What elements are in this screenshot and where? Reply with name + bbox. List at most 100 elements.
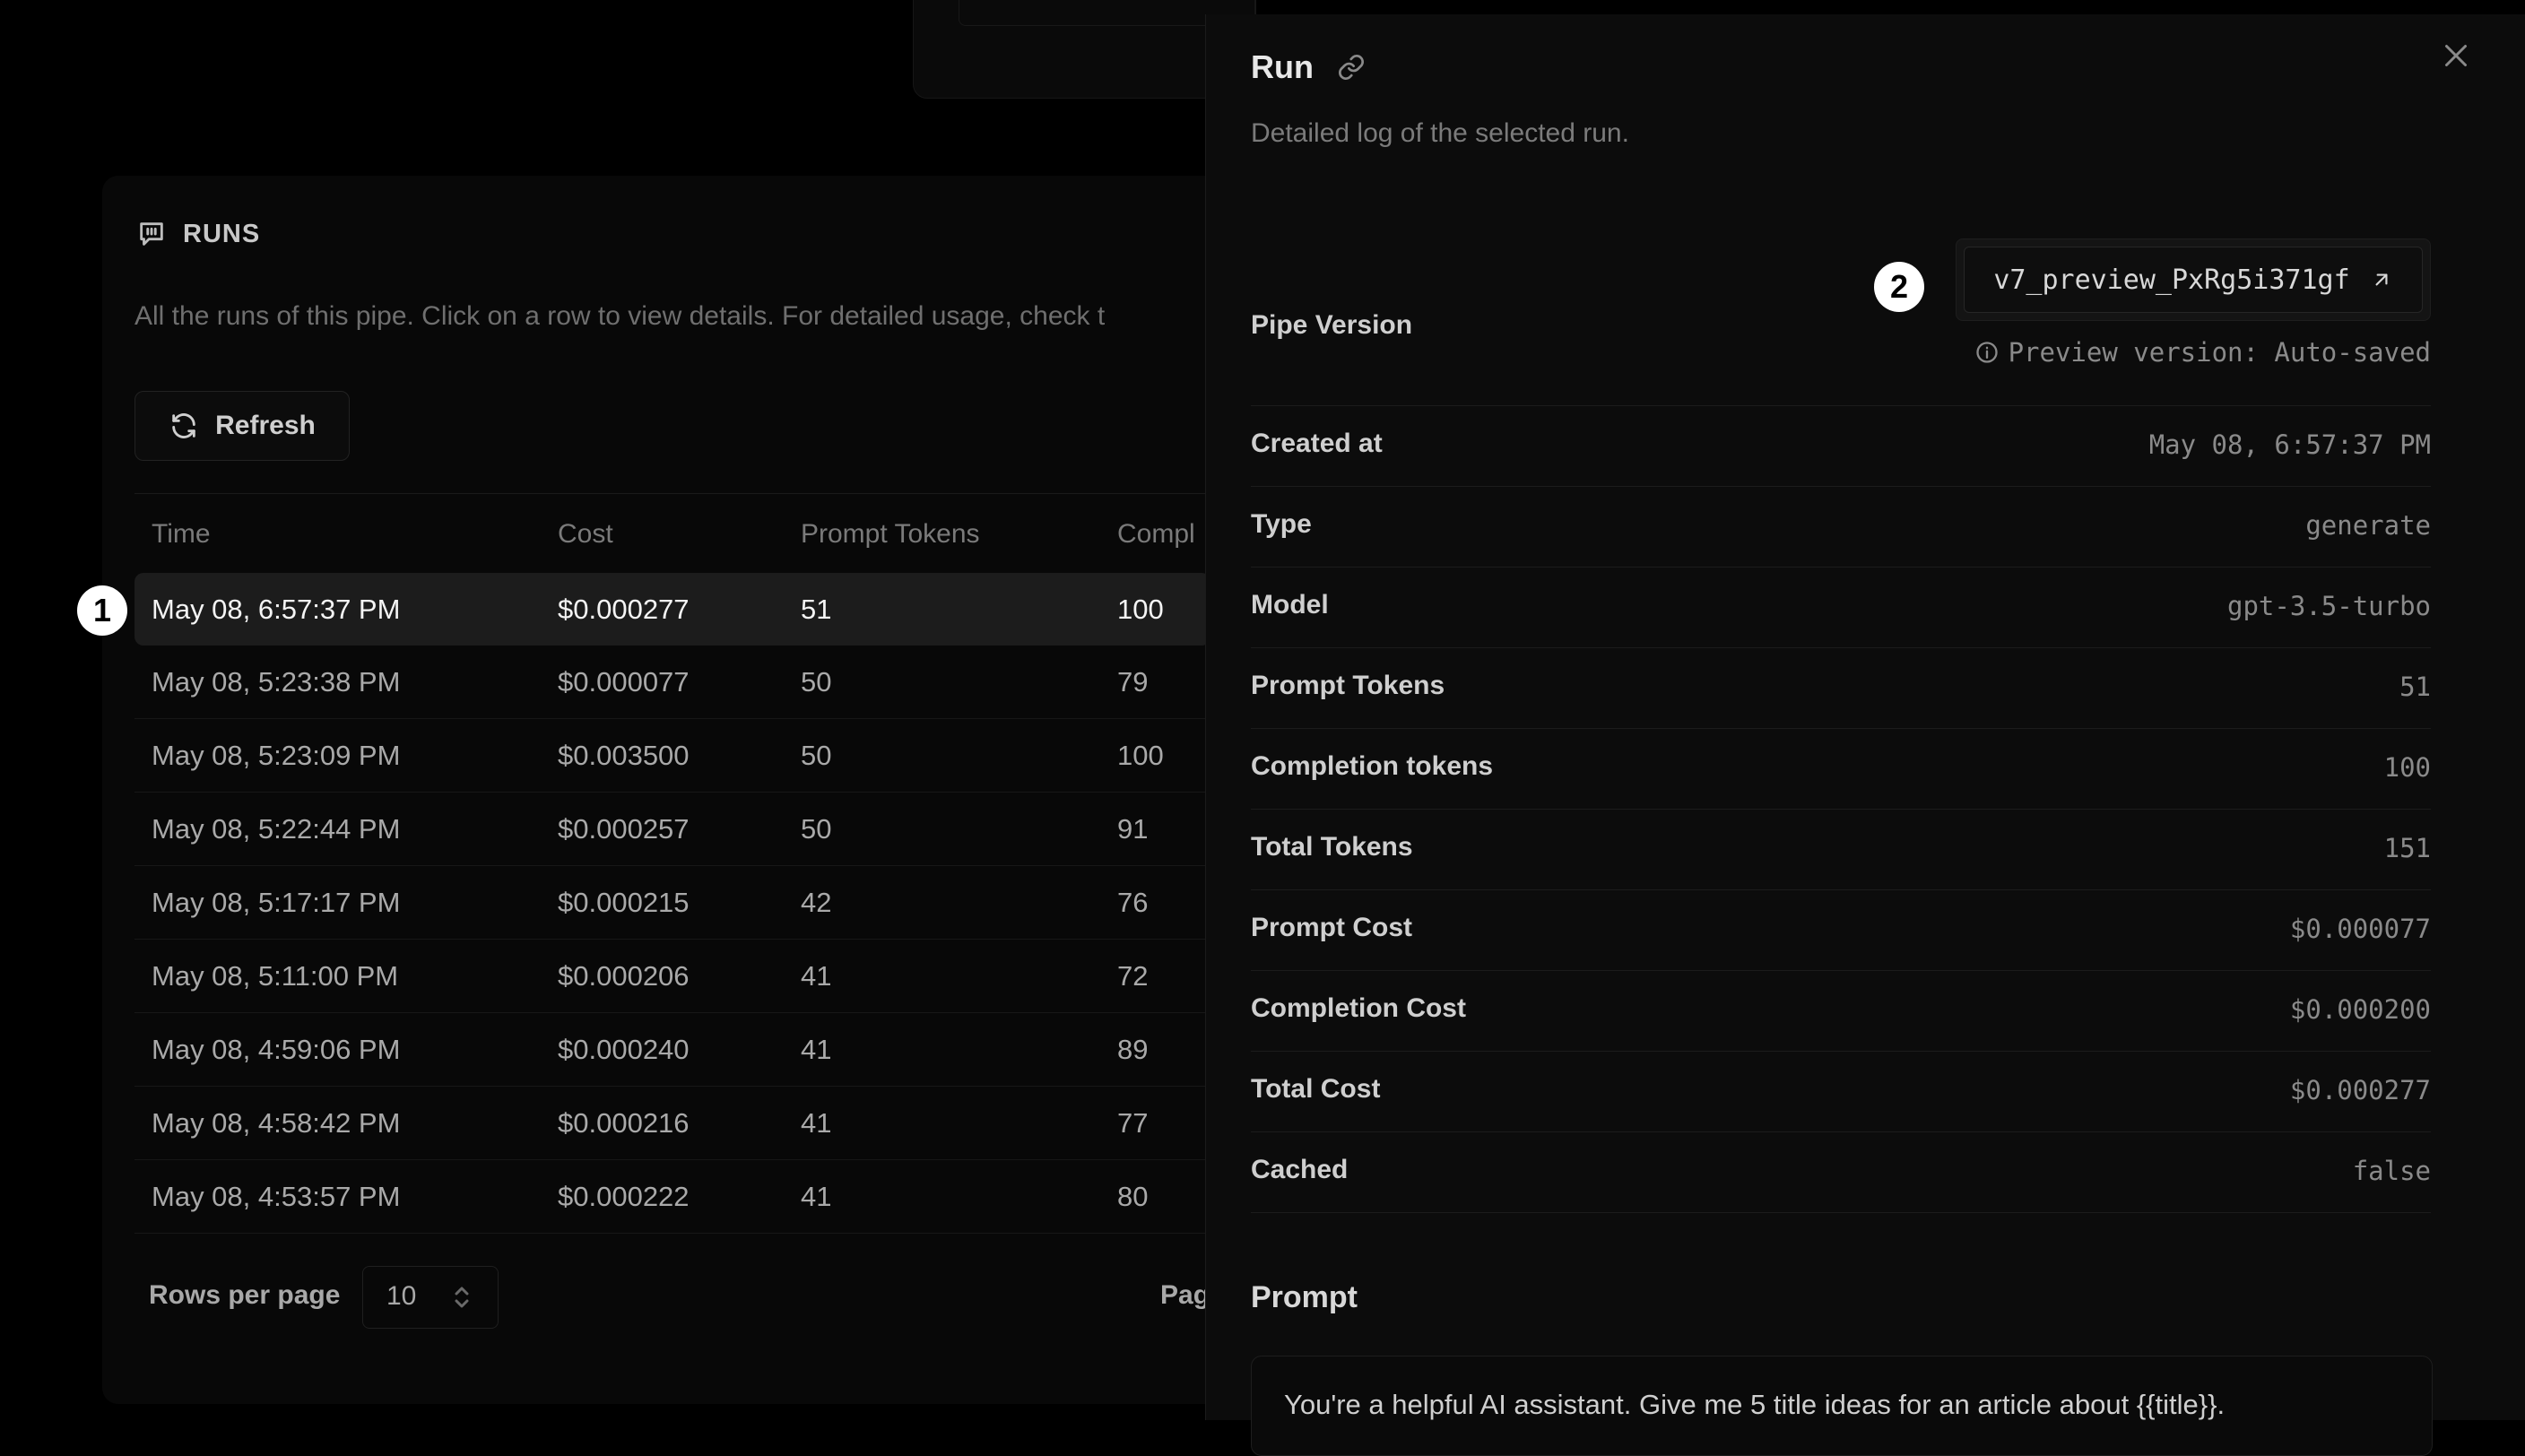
info-icon: [1975, 342, 1998, 363]
row-completion: 80: [1117, 1181, 1149, 1212]
row-time: May 08, 6:57:37 PM: [152, 594, 401, 625]
row-time: May 08, 5:23:38 PM: [152, 666, 401, 698]
row-time: May 08, 4:59:06 PM: [152, 1034, 401, 1065]
row-completion: 77: [1117, 1107, 1149, 1139]
field-value: May 08, 6:57:37 PM: [2148, 429, 2431, 460]
field-value: generate: [2305, 510, 2431, 541]
rows-per-page-value: 10: [386, 1281, 417, 1311]
row-time: May 08, 4:53:57 PM: [152, 1181, 401, 1212]
table-row-selected[interactable]: May 08, 6:57:37 PM $0.000277 51 100: [134, 573, 1210, 646]
row-time: May 08, 4:58:42 PM: [152, 1107, 401, 1139]
field-label: Total Tokens: [1251, 832, 1413, 862]
drawer-header: Run: [1251, 48, 1366, 86]
table-row[interactable]: May 08, 4:58:42 PM $0.000216 41 77: [134, 1087, 1210, 1160]
column-header-time[interactable]: Time: [152, 519, 211, 550]
field-value: gpt-3.5-turbo: [2227, 591, 2431, 621]
row-time: May 08, 5:11:00 PM: [152, 960, 399, 992]
table-row[interactable]: May 08, 4:53:57 PM $0.000222 41 80: [134, 1160, 1210, 1234]
row-prompt-tokens: 50: [801, 813, 832, 845]
pipe-version-row: Pipe Version v7_preview_PxRg5i371gf Prev…: [1251, 235, 2431, 406]
row-completion: 100: [1117, 594, 1164, 625]
row-completion: 91: [1117, 813, 1149, 845]
refresh-button[interactable]: Refresh: [134, 391, 350, 461]
page-indicator: Pag: [1160, 1280, 1210, 1310]
field-row-created-at: Created at May 08, 6:57:37 PM: [1251, 405, 2431, 487]
row-prompt-tokens: 41: [801, 1107, 832, 1139]
pipe-version-label: Pipe Version: [1251, 310, 1413, 340]
pipe-version-value: v7_preview_PxRg5i371gf: [1993, 264, 2350, 296]
drawer-description: Detailed log of the selected run.: [1251, 118, 1629, 148]
field-row-prompt-cost: Prompt Cost $0.000077: [1251, 889, 2431, 971]
table-header: Time Cost Prompt Tokens Compl: [134, 494, 1210, 573]
field-value: 100: [2383, 752, 2431, 783]
table-row[interactable]: May 08, 5:23:38 PM $0.000077 50 79: [134, 646, 1210, 719]
row-cost: $0.000077: [558, 666, 690, 698]
column-header-prompt-tokens[interactable]: Prompt Tokens: [801, 519, 980, 550]
drawer-title: Run: [1251, 48, 1314, 85]
row-time: May 08, 5:17:17 PM: [152, 887, 401, 918]
row-cost: $0.000206: [558, 960, 690, 992]
rows-per-page-select[interactable]: 10: [362, 1266, 499, 1329]
field-value: false: [2352, 1156, 2431, 1186]
row-prompt-tokens: 42: [801, 887, 832, 918]
pipe-version-note-text: Preview version: Auto-saved: [2008, 337, 2431, 368]
pipe-version-link[interactable]: v7_preview_PxRg5i371gf: [1964, 247, 2423, 313]
runs-description: All the runs of this pipe. Click on a ro…: [134, 301, 1106, 331]
runs-chat-icon: [140, 222, 163, 246]
field-row-total-tokens: Total Tokens 151: [1251, 809, 2431, 890]
field-label: Created at: [1251, 429, 1383, 458]
close-icon[interactable]: [2440, 39, 2472, 72]
row-completion: 76: [1117, 887, 1149, 918]
pipe-version-note: Preview version: Auto-saved: [1974, 337, 2431, 368]
table-row[interactable]: May 08, 4:59:06 PM $0.000240 41 89: [134, 1013, 1210, 1087]
field-value: $0.000200: [2289, 994, 2431, 1025]
row-prompt-tokens: 50: [801, 740, 832, 771]
row-prompt-tokens: 41: [801, 960, 832, 992]
field-label: Prompt Cost: [1251, 913, 1412, 942]
link-icon[interactable]: [1337, 53, 1366, 82]
prompt-section-title: Prompt: [1251, 1280, 1358, 1314]
row-completion: 89: [1117, 1034, 1149, 1065]
row-cost: $0.000277: [558, 594, 690, 625]
column-header-cost[interactable]: Cost: [558, 519, 613, 550]
field-row-type: Type generate: [1251, 486, 2431, 568]
external-arrow-icon: [2375, 273, 2388, 286]
field-row-completion-tokens: Completion tokens 100: [1251, 728, 2431, 810]
field-label: Prompt Tokens: [1251, 671, 1445, 700]
run-details-drawer: Run Detailed log of the selected run. Pi…: [1205, 14, 2525, 1456]
runs-table: Time Cost Prompt Tokens Compl May 08, 6:…: [134, 493, 1210, 1234]
row-time: May 08, 5:22:44 PM: [152, 813, 401, 845]
field-row-total-cost: Total Cost $0.000277: [1251, 1051, 2431, 1132]
field-label: Total Cost: [1251, 1074, 1381, 1104]
row-prompt-tokens: 51: [801, 594, 832, 625]
table-row[interactable]: May 08, 5:22:44 PM $0.000257 50 91: [134, 793, 1210, 866]
field-value: 151: [2383, 833, 2431, 863]
field-label: Completion Cost: [1251, 993, 1466, 1023]
field-label: Completion tokens: [1251, 751, 1494, 781]
table-row[interactable]: May 08, 5:17:17 PM $0.000215 42 76: [134, 866, 1210, 940]
field-value: $0.000277: [2289, 1075, 2431, 1105]
row-cost: $0.000257: [558, 813, 690, 845]
row-time: May 08, 5:23:09 PM: [152, 740, 401, 771]
row-prompt-tokens: 41: [801, 1034, 832, 1065]
prompt-text: You're a helpful AI assistant. Give me 5…: [1284, 1389, 2226, 1420]
row-completion: 79: [1117, 666, 1149, 698]
table-row[interactable]: May 08, 5:11:00 PM $0.000206 41 72: [134, 940, 1210, 1013]
field-row-prompt-tokens: Prompt Tokens 51: [1251, 647, 2431, 729]
top-card: [913, 0, 1256, 99]
field-value: 51: [2399, 672, 2431, 702]
row-cost: $0.000222: [558, 1181, 690, 1212]
row-cost: $0.000240: [558, 1034, 690, 1065]
runs-header: RUNS: [136, 219, 260, 249]
row-cost: $0.000215: [558, 887, 690, 918]
field-row-model: Model gpt-3.5-turbo: [1251, 567, 2431, 648]
refresh-icon: [172, 413, 195, 438]
pipe-version-box: v7_preview_PxRg5i371gf: [1956, 238, 2431, 321]
row-completion: 72: [1117, 960, 1149, 992]
field-value: $0.000077: [2289, 914, 2431, 944]
table-row[interactable]: May 08, 5:23:09 PM $0.003500 50 100: [134, 719, 1210, 793]
row-prompt-tokens: 50: [801, 666, 832, 698]
column-header-completion[interactable]: Compl: [1117, 519, 1195, 550]
refresh-label: Refresh: [215, 411, 316, 440]
field-row-completion-cost: Completion Cost $0.000200: [1251, 970, 2431, 1052]
